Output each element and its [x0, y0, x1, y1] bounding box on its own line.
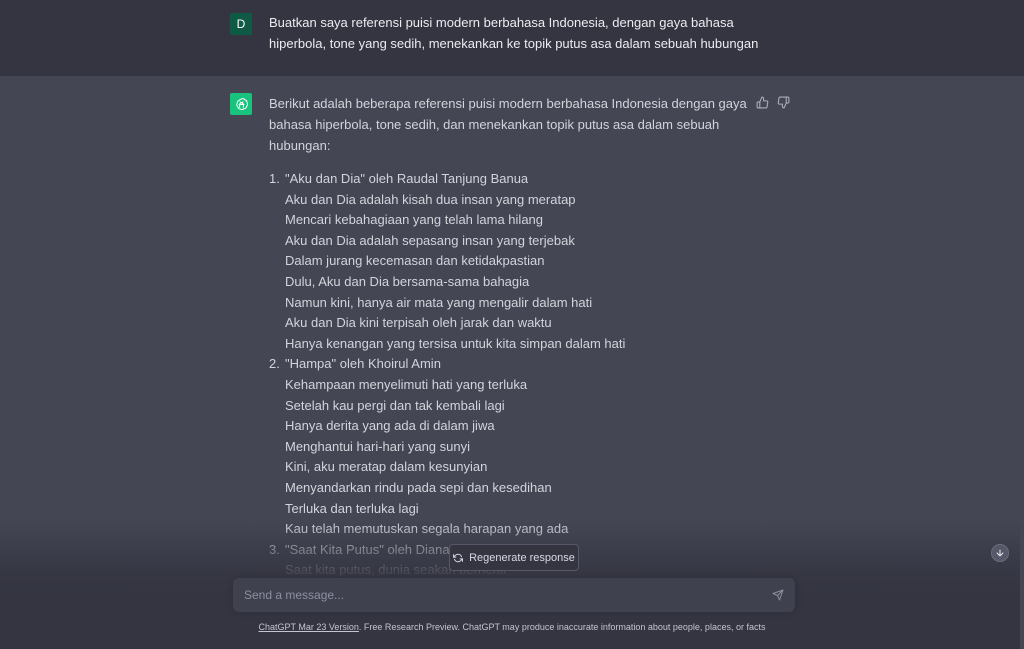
version-link[interactable]: ChatGPT Mar 23 Version [259, 622, 359, 632]
poem-line: Menghantui hari-hari yang sunyi [285, 438, 470, 454]
poem-title: 1. "Aku dan Dia" oleh Raudal Tanjung Banu… [269, 169, 749, 190]
footer-text: . Free Research Preview. ChatGPT may pro… [358, 622, 766, 632]
poem-line: Terluka dan terluka lagi [285, 500, 419, 516]
thumbs-up-icon[interactable] [756, 96, 769, 109]
footer-disclaimer: ChatGPT Mar 23 Version. Free Research Pr… [0, 622, 1024, 632]
poem-title-text: "Hampa" oleh Khoirul Amin [285, 356, 441, 372]
refresh-icon [453, 553, 464, 562]
poem-line: Menyandarkan rindu pada sepi dan kesedih… [285, 479, 552, 495]
assistant-intro: Berikut adalah beberapa referensi puisi … [269, 96, 747, 153]
poem-line: Mencari kebahagiaan yang telah lama hila… [285, 212, 544, 228]
poem-title: 2. "Hampa" oleh Khoirul Amin [269, 354, 749, 375]
feedback-buttons [756, 96, 790, 109]
poem-line: Hanya kenangan yang tersisa untuk kita s… [285, 335, 626, 351]
poem-line: Aku dan Dia adalah sepasang insan yang t… [285, 232, 575, 248]
poem-line: Dulu, Aku dan Dia bersama-sama bahagia [285, 273, 530, 289]
regenerate-response-button[interactable]: Regenerate response [449, 544, 579, 571]
poem-line: Kini, aku meratap dalam kesunyian [285, 459, 488, 475]
poem-line: Kehampaan menyelimuti hati yang terluka [285, 376, 528, 392]
poem-line: Aku dan Dia adalah kisah dua insan yang … [285, 191, 576, 207]
poem-line: Setelah kau pergi dan tak kembali lagi [285, 397, 505, 413]
user-avatar: D [230, 13, 252, 35]
thumbs-down-icon[interactable] [777, 96, 790, 109]
send-icon [772, 589, 784, 601]
arrow-down-icon [996, 549, 1004, 557]
poem-number: 2. [269, 356, 280, 372]
message-input-box [233, 578, 795, 612]
regenerate-label: Regenerate response [469, 551, 575, 564]
poem-number: 1. [269, 171, 280, 186]
user-message-text: Buatkan saya referensi puisi modern berb… [269, 15, 759, 51]
poem-line: Hanya derita yang ada di dalam jiwa [285, 418, 495, 434]
message-input[interactable] [244, 587, 754, 603]
poem-line: Namun kini, hanya air mata yang mengalir… [285, 294, 593, 310]
send-button[interactable] [771, 588, 785, 602]
poem-line: Dalam jurang kecemasan dan ketidakpastia… [285, 253, 545, 269]
poem-line: Aku dan Dia kini terpisah oleh jarak dan… [285, 315, 552, 331]
user-message-row: D Buatkan saya referensi puisi modern be… [0, 0, 1024, 77]
openai-logo-icon [230, 93, 252, 115]
poem-title-text: "Aku dan Dia" oleh Raudal Tanjung Banua [285, 171, 529, 186]
scroll-to-bottom-button[interactable] [991, 544, 1009, 562]
